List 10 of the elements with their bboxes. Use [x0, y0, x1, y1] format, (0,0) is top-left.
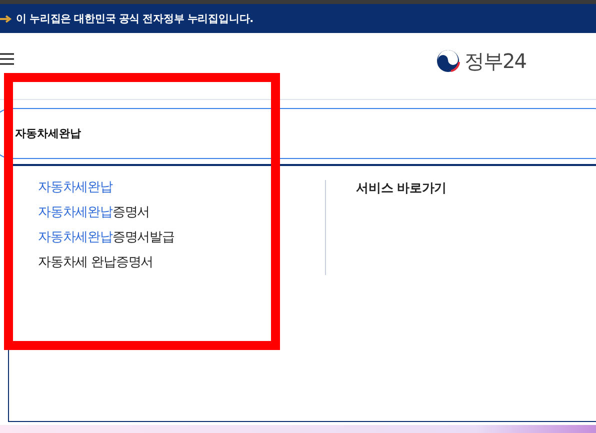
suggestion-item[interactable]: 자동차세 완납증명서 — [38, 253, 325, 272]
search-field[interactable]: 자동차세완납 — [0, 108, 596, 159]
suggestion-item[interactable]: 자동차세완납 — [38, 178, 325, 197]
menu-icon[interactable] — [0, 52, 14, 66]
suggestion-item[interactable]: 자동차세완납증명서발급 — [38, 228, 325, 247]
taegeuk-logo-icon — [436, 49, 460, 73]
suggestion-item[interactable]: 자동차세완납증명서 — [38, 203, 325, 222]
logo-text[interactable]: 정부24 — [464, 48, 526, 74]
shortcuts-heading: 서비스 바로가기 — [356, 180, 447, 195]
official-site-notice: 이 누리집은 대한민국 공식 전자정부 누리집입니다. — [16, 12, 254, 26]
